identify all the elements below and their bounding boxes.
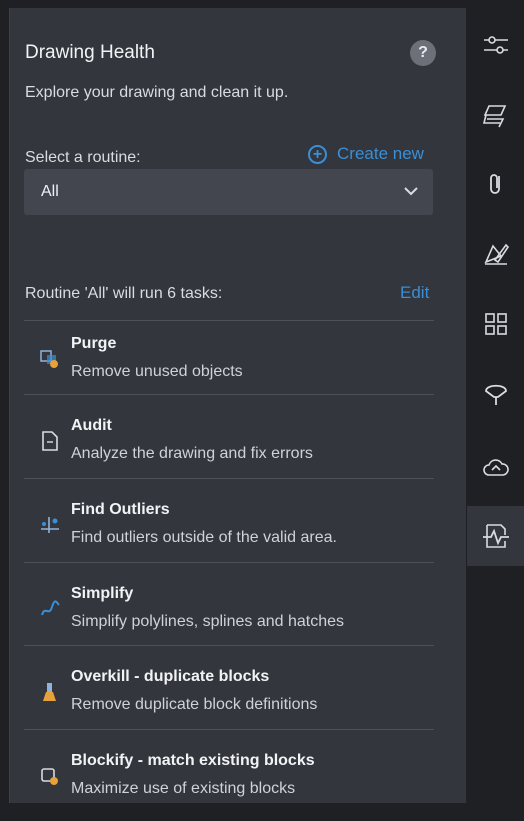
sidebar-item-balloon[interactable] xyxy=(467,364,524,424)
edit-routine-link[interactable]: Edit xyxy=(400,283,429,303)
task-title: Audit xyxy=(71,417,112,434)
task-description: Remove unused objects xyxy=(71,363,243,380)
sidebar-item-blocks[interactable] xyxy=(467,294,524,354)
task-purge[interactable]: Purge Remove unused objects xyxy=(24,321,434,404)
task-description: Find outliers outside of the valid area. xyxy=(71,529,337,546)
divider xyxy=(24,562,434,563)
audit-icon xyxy=(42,431,58,451)
routine-select-value: All xyxy=(41,183,59,200)
task-description: Simplify polylines, splines and hatches xyxy=(71,613,345,630)
blocks-grid-icon xyxy=(485,313,507,335)
properties-sliders-icon xyxy=(484,36,508,54)
sidebar-item-layers[interactable] xyxy=(467,86,524,146)
create-new-label: Create new xyxy=(337,144,424,163)
task-description: Remove duplicate block definitions xyxy=(71,696,318,713)
simplify-icon xyxy=(41,600,60,616)
cloud-icon xyxy=(483,459,509,476)
balloon-icon xyxy=(485,384,507,405)
create-new-button[interactable]: + Create new xyxy=(308,144,424,164)
attach-icon xyxy=(490,174,500,194)
divider xyxy=(24,729,434,730)
sidebar-item-attach[interactable] xyxy=(467,154,524,214)
routine-info-text: Routine 'All' will run 6 tasks: xyxy=(25,285,223,302)
sidebar-item-properties[interactable] xyxy=(467,15,524,75)
find-outliers-icon xyxy=(41,517,59,533)
task-description: Maximize use of existing blocks xyxy=(71,780,296,797)
select-routine-label: Select a routine: xyxy=(25,149,141,166)
help-icon[interactable]: ? xyxy=(410,40,436,66)
layers-icon xyxy=(482,105,507,128)
task-simplify[interactable]: Simplify Simplify polylines, splines and… xyxy=(24,571,434,654)
routine-select[interactable]: All xyxy=(24,169,433,215)
task-title: Find Outliers xyxy=(71,501,170,518)
task-title: Simplify xyxy=(71,585,134,602)
blockify-icon xyxy=(41,768,58,785)
task-title: Purge xyxy=(71,335,117,352)
task-title: Blockify - match existing blocks xyxy=(71,752,315,769)
divider xyxy=(24,478,434,479)
purge-icon xyxy=(40,350,58,368)
task-title: Overkill - duplicate blocks xyxy=(71,668,270,685)
task-description: Analyze the drawing and fix errors xyxy=(71,445,313,462)
divider xyxy=(24,394,434,395)
panel-subtitle: Explore your drawing and clean it up. xyxy=(25,84,289,101)
sidebar-item-drawing-health[interactable] xyxy=(467,506,524,566)
sidebar-item-cloud[interactable] xyxy=(467,438,524,498)
sidebar-item-markup[interactable] xyxy=(467,223,524,283)
markup-icon xyxy=(484,243,510,265)
task-find-outliers[interactable]: Find Outliers Find outliers outside of t… xyxy=(24,487,434,570)
chevron-down-icon xyxy=(404,187,418,196)
task-blockify[interactable]: Blockify - match existing blocks Maximiz… xyxy=(24,738,434,821)
tool-sidebar xyxy=(467,0,524,803)
task-audit[interactable]: Audit Analyze the drawing and fix errors xyxy=(24,403,434,486)
task-overkill[interactable]: Overkill - duplicate blocks Remove dupli… xyxy=(24,654,434,737)
panel-title: Drawing Health xyxy=(25,42,155,63)
overkill-icon xyxy=(43,683,56,701)
drawing-health-icon xyxy=(483,524,509,548)
divider xyxy=(24,645,434,646)
add-circle-icon: + xyxy=(308,144,327,164)
